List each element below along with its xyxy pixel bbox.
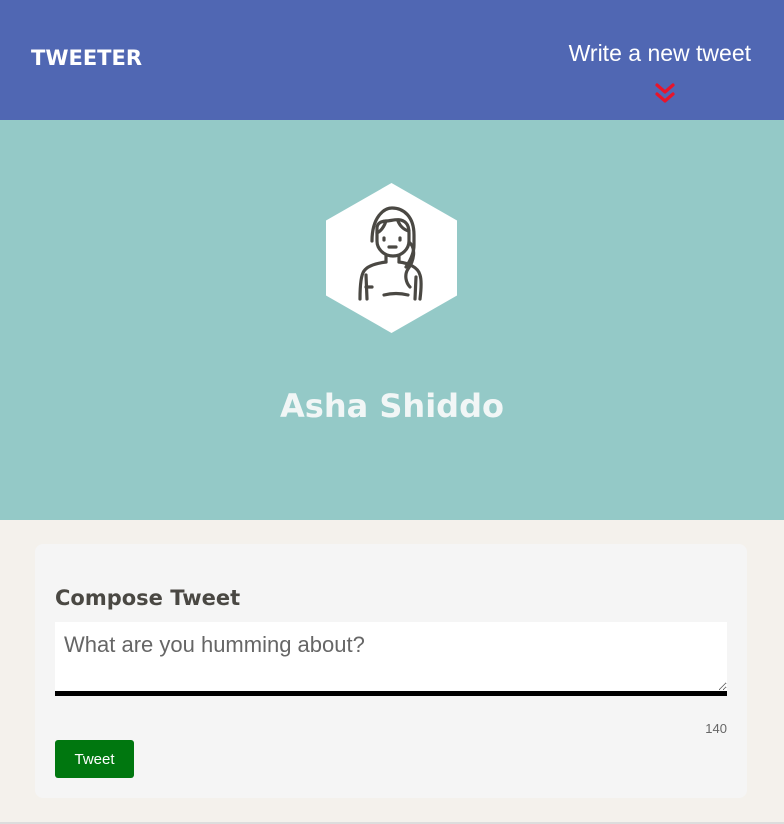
double-chevron-down-icon[interactable]	[654, 82, 676, 104]
character-counter: 140	[705, 721, 727, 736]
compose-title: Compose Tweet	[55, 586, 241, 610]
write-new-tweet-link[interactable]: Write a new tweet	[569, 40, 751, 67]
tweet-input[interactable]	[55, 622, 727, 696]
navbar: TWEETER Write a new tweet	[0, 0, 784, 120]
profile-name: Asha Shiddo	[280, 387, 504, 425]
compose-tweet-panel: Compose Tweet 140 Tweet	[35, 544, 747, 798]
app-logo[interactable]: TWEETER	[31, 46, 142, 70]
female-avatar-icon	[326, 183, 457, 333]
tweet-button[interactable]: Tweet	[55, 740, 134, 778]
